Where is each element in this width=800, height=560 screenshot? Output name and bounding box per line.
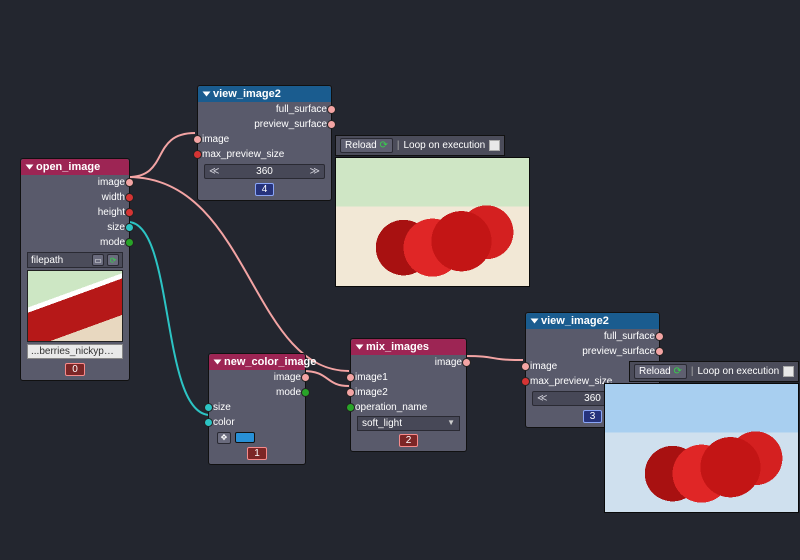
- operation-dropdown[interactable]: soft_light ▼: [357, 416, 460, 431]
- port-image-out[interactable]: [301, 373, 310, 382]
- node-title[interactable]: view_image2: [198, 86, 331, 102]
- title-text: view_image2: [541, 315, 609, 327]
- port-size-out[interactable]: [125, 223, 134, 232]
- output-port-mode: mode: [21, 235, 129, 250]
- input-port-image2: image2: [351, 385, 466, 400]
- reload-button[interactable]: Reload ⟳: [340, 138, 393, 153]
- port-max-preview-in[interactable]: [193, 150, 202, 159]
- node-title[interactable]: view_image2: [526, 313, 659, 329]
- port-image-out[interactable]: [125, 178, 134, 187]
- port-full-surface[interactable]: [327, 105, 336, 114]
- filepath-label: filepath: [31, 255, 63, 266]
- port-preview-surface[interactable]: [327, 120, 336, 129]
- spinner-dec-icon[interactable]: ≪: [207, 166, 221, 177]
- output-port-full-surface: full_surface: [526, 329, 659, 344]
- collapse-icon[interactable]: [356, 345, 364, 350]
- node-canvas[interactable]: open_image image width height size mode …: [0, 0, 800, 560]
- filepath-param: filepath ▭ ⟳: [27, 252, 123, 268]
- eyedropper-icon[interactable]: ✥: [217, 432, 231, 444]
- output-port-mode: mode: [209, 385, 305, 400]
- toolbar-right: Reload ⟳ | Loop on execution: [629, 361, 799, 382]
- input-port-operation: operation_name: [351, 400, 466, 415]
- thumbnail: [27, 270, 123, 342]
- output-port-size: size: [21, 220, 129, 235]
- spinner-max-preview[interactable]: ≪ 360 ≫: [204, 164, 325, 179]
- reload-icon: ⟳: [673, 366, 681, 377]
- loop-checkbox[interactable]: [489, 140, 500, 151]
- output-port-full-surface: full_surface: [198, 102, 331, 117]
- title-text: open_image: [36, 161, 100, 173]
- id-badge: 1: [247, 447, 267, 460]
- reload-icon: ⟳: [379, 140, 387, 151]
- loop-label: Loop on execution: [403, 140, 485, 151]
- node-title[interactable]: new_color_image: [209, 354, 305, 370]
- input-port-max-preview: max_preview_size: [198, 147, 331, 162]
- node-new-color-image[interactable]: new_color_image image mode size color ✥ …: [208, 353, 306, 465]
- port-operation-in[interactable]: [346, 403, 355, 412]
- refresh-icon[interactable]: ⟳: [107, 254, 119, 266]
- port-color-in[interactable]: [204, 418, 213, 427]
- node-open-image[interactable]: open_image image width height size mode …: [20, 158, 130, 381]
- folder-icon[interactable]: ▭: [92, 254, 104, 266]
- output-port-image: image: [351, 355, 466, 370]
- collapse-icon[interactable]: [26, 165, 34, 170]
- spinner-inc-icon[interactable]: ≫: [308, 166, 322, 177]
- port-image-in[interactable]: [193, 135, 202, 144]
- id-badge: 4: [255, 183, 275, 196]
- title-text: mix_images: [366, 341, 429, 353]
- input-port-size: size: [209, 400, 305, 415]
- color-widget[interactable]: ✥: [209, 430, 305, 445]
- port-height-out[interactable]: [125, 208, 134, 217]
- filename-field[interactable]: ...berries_nickype.jpg: [27, 344, 123, 359]
- output-port-image: image: [21, 175, 129, 190]
- output-port-preview-surface: preview_surface: [198, 117, 331, 132]
- collapse-icon[interactable]: [214, 360, 222, 365]
- spinner-value[interactable]: 360: [584, 393, 601, 404]
- collapse-icon[interactable]: [531, 319, 539, 324]
- toolbar-top: Reload ⟳ | Loop on execution: [335, 135, 505, 156]
- id-badge: 3: [583, 410, 603, 423]
- node-view-image2-top[interactable]: view_image2 full_surface preview_surface…: [197, 85, 332, 201]
- preview-top: [335, 157, 530, 287]
- port-image-in[interactable]: [521, 362, 530, 371]
- port-width-out[interactable]: [125, 193, 134, 202]
- output-port-width: width: [21, 190, 129, 205]
- port-image-out[interactable]: [462, 358, 471, 367]
- title-text: view_image2: [213, 88, 281, 100]
- node-title[interactable]: mix_images: [351, 339, 466, 355]
- port-full-surface[interactable]: [655, 332, 664, 341]
- output-port-preview-surface: preview_surface: [526, 344, 659, 359]
- spinner-value[interactable]: 360: [256, 166, 273, 177]
- output-port-image: image: [209, 370, 305, 385]
- collapse-icon[interactable]: [203, 92, 211, 97]
- port-image2-in[interactable]: [346, 388, 355, 397]
- input-port-color: color: [209, 415, 305, 430]
- port-preview-surface[interactable]: [655, 347, 664, 356]
- port-mode-out[interactable]: [301, 388, 310, 397]
- node-title[interactable]: open_image: [21, 159, 129, 175]
- reload-button[interactable]: Reload ⟳: [634, 364, 687, 379]
- operation-value: soft_light: [362, 418, 402, 429]
- input-port-image: image: [198, 132, 331, 147]
- spinner-dec-icon[interactable]: ≪: [535, 393, 549, 404]
- id-badge: 2: [399, 434, 419, 447]
- port-size-in[interactable]: [204, 403, 213, 412]
- port-image1-in[interactable]: [346, 373, 355, 382]
- node-mix-images[interactable]: mix_images image image1 image2 operation…: [350, 338, 467, 452]
- port-mode-out[interactable]: [125, 238, 134, 247]
- port-max-preview-in[interactable]: [521, 377, 530, 386]
- input-port-image1: image1: [351, 370, 466, 385]
- id-badge: 0: [65, 363, 85, 376]
- preview-right: [604, 383, 799, 513]
- color-swatch[interactable]: [235, 432, 255, 443]
- output-port-height: height: [21, 205, 129, 220]
- loop-checkbox[interactable]: [783, 366, 794, 377]
- title-text: new_color_image: [224, 356, 316, 368]
- chevron-down-icon: ▼: [447, 418, 455, 429]
- loop-label: Loop on execution: [697, 366, 779, 377]
